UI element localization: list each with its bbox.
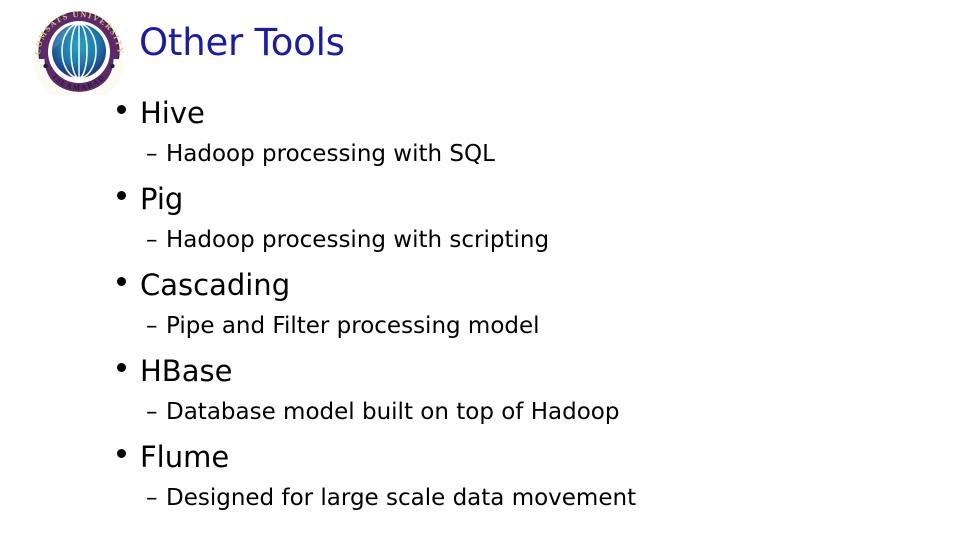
bullet-item-level2: – Database model built on top of Hadoop [0, 393, 960, 433]
bullet-item-level1: Pig [0, 179, 960, 221]
bullet-detail: Pipe and Filter processing model [166, 313, 540, 339]
bullet-dash-icon: – [146, 399, 158, 425]
university-logo: COMSATS UNIVERSITY ISLAMABAD [28, 9, 130, 95]
bullet-dot-icon [117, 363, 126, 372]
bullet-dash-icon: – [146, 313, 158, 339]
bullet-detail: Designed for large scale data movement [166, 485, 637, 511]
bullet-detail: Hadoop processing with SQL [166, 141, 495, 167]
bullet-label: Flume [140, 440, 230, 474]
bullet-detail: Hadoop processing with scripting [166, 227, 550, 253]
bullet-group: Pig – Hadoop processing with scripting [0, 179, 960, 265]
bullet-label: Hive [140, 96, 205, 130]
bullet-item-level1: HBase [0, 351, 960, 393]
bullet-dot-icon [117, 105, 126, 114]
bullet-dash-icon: – [146, 227, 158, 253]
bullet-label: Cascading [140, 268, 291, 302]
bullet-item-level2: – Pipe and Filter processing model [0, 307, 960, 347]
bullet-dot-icon [117, 277, 126, 286]
slide: COMSATS UNIVERSITY ISLAMABAD Other Tools… [0, 0, 960, 540]
bullet-item-level2: – Designed for large scale data movement [0, 479, 960, 519]
bullet-group: HBase – Database model built on top of H… [0, 351, 960, 437]
bullet-label: HBase [140, 354, 233, 388]
bullet-item-level2: – Hadoop processing with SQL [0, 135, 960, 175]
bullet-dash-icon: – [146, 485, 158, 511]
bullet-dash-icon: – [146, 141, 158, 167]
bullet-list: Hive – Hadoop processing with SQL Pig – … [0, 93, 960, 523]
bullet-dot-icon [117, 449, 126, 458]
bullet-group: Hive – Hadoop processing with SQL [0, 93, 960, 179]
bullet-item-level2: – Hadoop processing with scripting [0, 221, 960, 261]
bullet-label: Pig [140, 182, 184, 216]
bullet-dot-icon [117, 191, 126, 200]
bullet-item-level1: Cascading [0, 265, 960, 307]
bullet-item-level1: Hive [0, 93, 960, 135]
bullet-group: Cascading – Pipe and Filter processing m… [0, 265, 960, 351]
bullet-detail: Database model built on top of Hadoop [166, 399, 620, 425]
slide-title: Other Tools [139, 21, 345, 64]
bullet-group: Flume – Designed for large scale data mo… [0, 437, 960, 523]
bullet-item-level1: Flume [0, 437, 960, 479]
